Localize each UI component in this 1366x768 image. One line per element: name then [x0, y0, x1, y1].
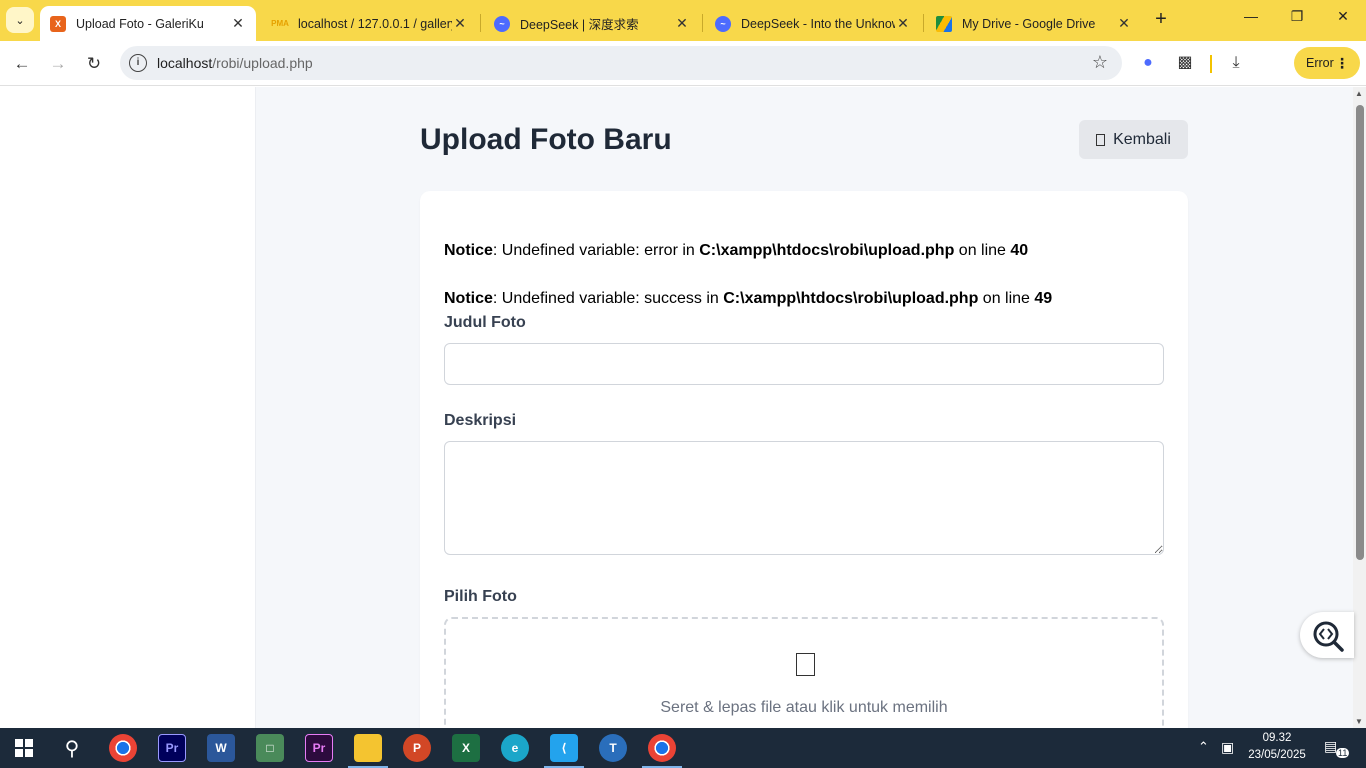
back-to-gallery-button[interactable]: Kembali — [1079, 120, 1188, 159]
deepseek-icon: ~ — [494, 15, 510, 32]
back-button[interactable]: ← — [9, 51, 35, 77]
forward-button[interactable]: → — [45, 51, 71, 77]
scroll-up-arrow-icon[interactable]: ▲ — [1355, 89, 1363, 98]
premiere-icon[interactable]: Pr — [305, 734, 333, 762]
close-icon[interactable]: ✕ — [895, 15, 911, 32]
site-info-icon[interactable]: i — [129, 54, 147, 72]
minimize-icon: — — [1244, 8, 1258, 24]
vscode-icon[interactable]: ⟨ — [544, 734, 584, 768]
close-icon[interactable]: ✕ — [1116, 15, 1132, 32]
title-input[interactable] — [444, 343, 1164, 385]
reload-button[interactable]: ↻ — [81, 51, 107, 77]
search-icon[interactable]: ⚲ — [58, 734, 86, 762]
restore-icon: ❐ — [1290, 8, 1304, 24]
close-icon: ✕ — [1337, 8, 1349, 24]
php-notice: Notice: Undefined variable: error in C:\… — [444, 242, 1029, 259]
deepseek-extension-icon[interactable]: ● — [1137, 52, 1159, 74]
t-app-icon[interactable]: T — [599, 734, 627, 762]
page-scrollbar[interactable]: ▲ ▼ — [1353, 87, 1366, 728]
tab-separator — [480, 14, 481, 32]
back-button-label: Kembali — [1113, 130, 1171, 148]
tab-search-button[interactable]: ⌄ — [6, 7, 34, 33]
page-title: Upload Foto Baru — [420, 123, 672, 156]
floating-code-search-button[interactable] — [1300, 612, 1354, 658]
tab-phpmyadmin[interactable]: PMA localhost / 127.0.0.1 / gallery ✕ — [262, 6, 478, 41]
restore-button[interactable]: ❐ — [1274, 8, 1320, 32]
reload-icon: ↻ — [86, 54, 102, 73]
notification-count-badge: 11 — [1336, 748, 1350, 758]
tab-upload-foto[interactable]: X Upload Foto - GaleriKu ✕ — [40, 6, 256, 41]
close-icon[interactable]: ✕ — [452, 15, 468, 32]
new-tab-button[interactable]: + — [1150, 8, 1172, 30]
windows-taskbar: ⚲ Pr W □ Pr P X e ⟨ T ⌃ ▣ 09.32 23/05/20… — [0, 728, 1366, 768]
powerpoint-icon[interactable]: P — [403, 734, 431, 762]
plus-icon: + — [1155, 8, 1167, 30]
arrow-left-icon: ← — [13, 54, 31, 73]
clock-date[interactable]: 23/05/2025 — [1246, 749, 1308, 761]
title-field-label: Judul Foto — [444, 314, 526, 331]
file-explorer-icon[interactable] — [348, 734, 388, 768]
tab-separator — [702, 14, 703, 32]
tab-deepseek-cn[interactable]: ~ DeepSeek | 深度求索 ✕ — [484, 6, 700, 41]
url-text[interactable]: localhost/robi/upload.php — [157, 55, 313, 71]
address-bar[interactable]: i localhost/robi/upload.php ☆ — [120, 46, 1122, 80]
chevron-down-icon: ⌄ — [15, 14, 25, 27]
arrow-left-icon — [1096, 133, 1106, 146]
close-icon[interactable]: ✕ — [230, 15, 246, 32]
deepseek-icon: ~ — [715, 15, 731, 32]
photo-field-label: Pilih Foto — [444, 588, 517, 605]
profile-error-button[interactable]: Error ⋮ — [1294, 47, 1360, 79]
scrollbar-thumb[interactable] — [1356, 105, 1364, 560]
chrome-icon[interactable] — [109, 734, 137, 762]
tab-deepseek-en[interactable]: ~ DeepSeek - Into the Unknown ✕ — [705, 6, 921, 41]
xampp-icon: X — [50, 15, 66, 32]
tab-google-drive[interactable]: My Drive - Google Drive ✕ — [926, 6, 1142, 41]
scroll-down-arrow-icon[interactable]: ▼ — [1355, 717, 1363, 726]
browser-tab-strip: ⌄ X Upload Foto - GaleriKu ✕ PMA localho… — [0, 0, 1366, 41]
upload-form-card: Notice: Undefined variable: error in C:\… — [420, 191, 1188, 728]
php-notice: Notice: Undefined variable: success in C… — [444, 290, 1053, 307]
toolbar-divider — [1210, 55, 1212, 73]
arrow-right-icon: → — [49, 54, 67, 73]
page-viewport: Upload Foto Baru Kembali Notice: Undefin… — [0, 87, 1353, 728]
bookmark-star-icon[interactable]: ☆ — [1092, 52, 1108, 73]
browser-toolbar: ← → ↻ i localhost/robi/upload.php ☆ ● ▩ … — [0, 41, 1366, 86]
extensions-icon[interactable]: ▩ — [1174, 52, 1196, 74]
url-path: /robi/upload.php — [212, 55, 313, 71]
close-window-button[interactable]: ✕ — [1320, 8, 1366, 32]
edge-icon[interactable]: e — [501, 734, 529, 762]
phpmyadmin-icon: PMA — [271, 19, 289, 28]
premiere-icon[interactable]: Pr — [158, 734, 186, 762]
close-icon[interactable]: ✕ — [674, 15, 690, 32]
upload-icon — [796, 653, 815, 676]
more-menu-icon: ⋮ — [1335, 55, 1349, 71]
file-icon[interactable]: □ — [256, 734, 284, 762]
dropzone-text: Seret & lepas file atau klik untuk memil… — [660, 699, 948, 716]
word-icon[interactable]: W — [207, 734, 235, 762]
windows-start-icon[interactable] — [10, 734, 38, 762]
sidebar — [0, 87, 256, 728]
download-icon[interactable]: ⤓ — [1225, 52, 1247, 74]
code-search-icon — [1313, 621, 1344, 652]
profile-error-label: Error — [1306, 56, 1334, 70]
google-drive-icon — [936, 15, 952, 32]
tab-separator — [923, 14, 924, 32]
photo-dropzone[interactable]: Seret & lepas file atau klik untuk memil… — [444, 617, 1164, 728]
url-host: localhost — [157, 55, 213, 71]
description-field-label: Deskripsi — [444, 412, 517, 429]
excel-icon[interactable]: X — [452, 734, 480, 762]
network-icon[interactable]: ▣ — [1221, 739, 1234, 756]
minimize-button[interactable]: — — [1228, 8, 1274, 32]
description-textarea[interactable] — [444, 441, 1164, 555]
clock-time[interactable]: 09.32 — [1246, 732, 1308, 744]
chrome-icon[interactable] — [642, 734, 682, 768]
tray-chevron-up-icon[interactable]: ⌃ — [1198, 739, 1209, 755]
